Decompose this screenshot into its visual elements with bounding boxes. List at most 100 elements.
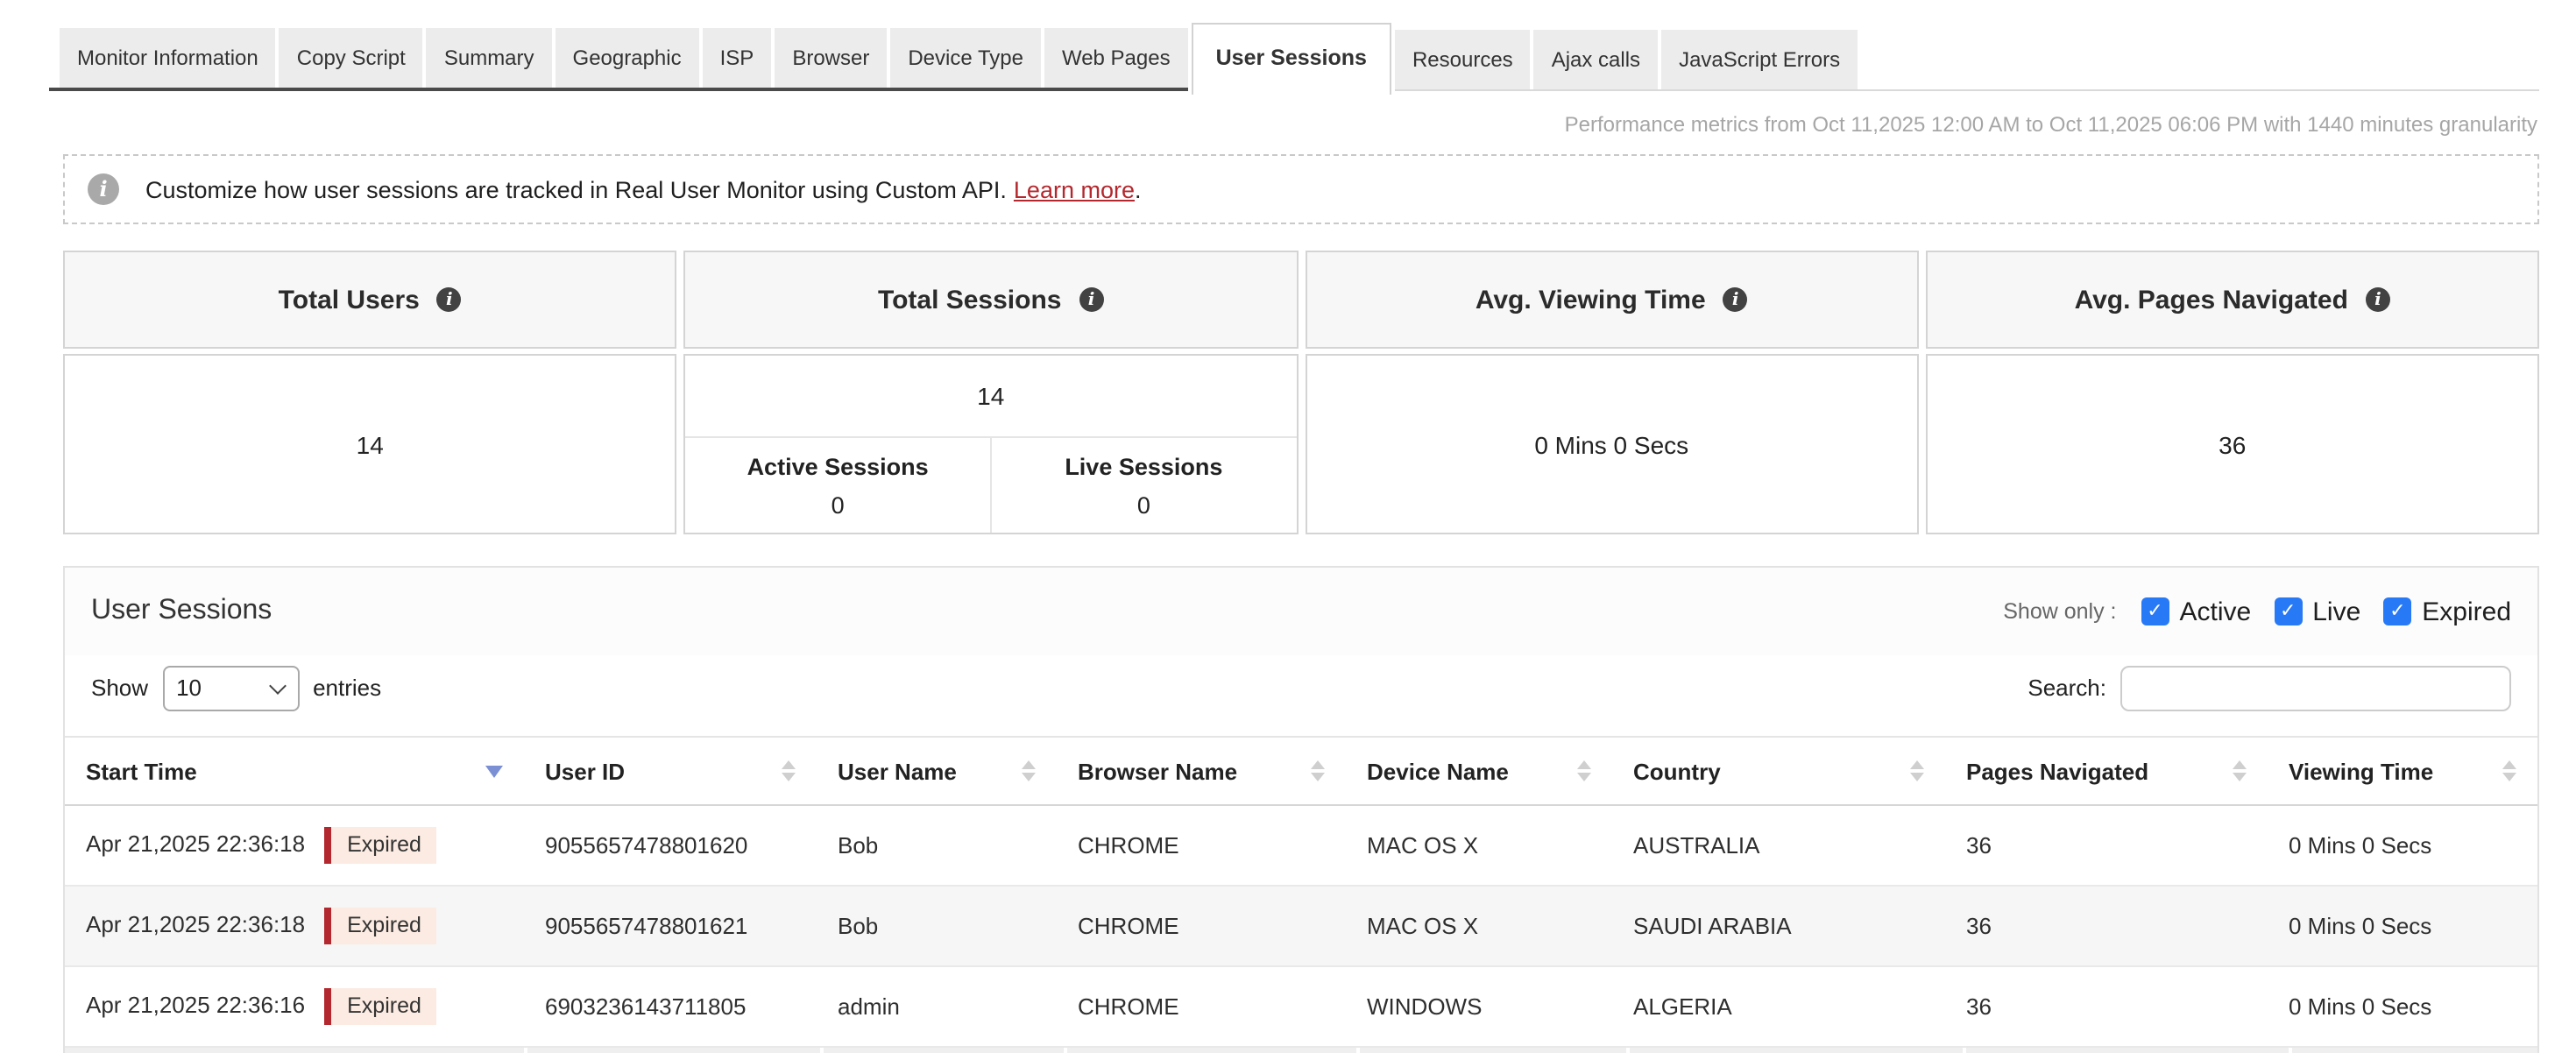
- learn-more-link[interactable]: Learn more: [1014, 176, 1135, 202]
- tab-device-type[interactable]: Device Type: [890, 27, 1041, 87]
- search-input[interactable]: [2120, 665, 2511, 710]
- viewing-time: 0 Mins 0 Secs: [2268, 966, 2537, 1047]
- avg-viewing-time-value: 0 Mins 0 Secs: [1534, 430, 1688, 458]
- country: SAUDI ARABIA: [1612, 886, 1945, 966]
- tab-javascript-errors[interactable]: JavaScript Errors: [1661, 29, 1858, 88]
- card-title: Total Users: [279, 285, 420, 314]
- tab-isp[interactable]: ISP: [703, 27, 772, 87]
- column-header-country[interactable]: Country: [1612, 737, 1945, 805]
- table-row[interactable]: Apr 21,2025 22:36:16 Expired 690323614371…: [65, 966, 2537, 1047]
- info-banner: i Customize how user sessions are tracke…: [63, 154, 2539, 224]
- panel-title: User Sessions: [91, 596, 272, 627]
- start-time: Apr 21,2025 22:36:16: [86, 992, 305, 1018]
- total-users-value: 14: [357, 430, 384, 458]
- banner-text: Customize how user sessions are tracked …: [145, 176, 1007, 202]
- tab-copy-script[interactable]: Copy Script: [280, 27, 423, 87]
- tab-ajax-calls[interactable]: Ajax calls: [1534, 29, 1658, 88]
- info-icon[interactable]: i: [1079, 287, 1104, 312]
- card-total-sessions: Total Sessions i 14 Active Sessions 0 Li…: [684, 251, 1299, 534]
- live-sessions-label: Live Sessions: [1065, 453, 1222, 479]
- tab-browser[interactable]: Browser: [775, 27, 887, 87]
- info-icon[interactable]: i: [2366, 287, 2390, 312]
- info-icon: i: [88, 173, 119, 205]
- expired-filter-label: Expired: [2422, 597, 2511, 626]
- pages-navigated: 36: [1945, 966, 2268, 1047]
- card-avg-viewing-time: Avg. Viewing Time i 0 Mins 0 Secs: [1305, 251, 1919, 534]
- avg-pages-navigated-value: 36: [2219, 430, 2246, 458]
- rum-user-sessions-page: Monitor Information Copy Script Summary …: [0, 0, 2576, 1053]
- column-header-pages-navigated[interactable]: Pages Navigated: [1945, 737, 2268, 805]
- browser-name: CHROME: [1057, 886, 1346, 966]
- user-name: Bob: [817, 886, 1057, 966]
- search-label: Search:: [2028, 675, 2106, 701]
- column-header-device-name[interactable]: Device Name: [1346, 737, 1612, 805]
- expired-filter-checkbox[interactable]: [2383, 597, 2411, 625]
- live-filter-label: Live: [2312, 597, 2360, 626]
- column-header-user-name[interactable]: User Name: [817, 737, 1057, 805]
- performance-metrics-note: Performance metrics from Oct 11,2025 12:…: [1565, 112, 2537, 137]
- card-title: Avg. Viewing Time: [1476, 285, 1706, 314]
- tab-bar: Monitor Information Copy Script Summary …: [49, 23, 2539, 90]
- session-filters: Show only : Active Live Expired: [2003, 597, 2511, 626]
- sort-desc-icon: [485, 765, 503, 777]
- sessions-table: Start Time User ID User Name Browser Nam…: [65, 736, 2537, 1048]
- sort-icon: [782, 760, 796, 781]
- card-title: Avg. Pages Navigated: [2075, 285, 2348, 314]
- device-name: WINDOWS: [1346, 966, 1612, 1047]
- user-name: admin: [817, 966, 1057, 1047]
- summary-cards: Total Users i 14 Total Sessions i 14 Act…: [63, 251, 2539, 534]
- user-name: Bob: [817, 805, 1057, 886]
- sort-icon: [1311, 760, 1325, 781]
- tab-geographic[interactable]: Geographic: [556, 27, 699, 87]
- active-sessions: Active Sessions 0: [686, 438, 992, 533]
- active-filter-label: Active: [2180, 597, 2252, 626]
- live-sessions: Live Sessions 0: [992, 438, 1296, 533]
- column-header-browser-name[interactable]: Browser Name: [1057, 737, 1346, 805]
- active-filter-checkbox[interactable]: [2141, 597, 2169, 625]
- active-sessions-label: Active Sessions: [747, 453, 929, 479]
- viewing-time: 0 Mins 0 Secs: [2268, 805, 2537, 886]
- user-id: 9055657478801620: [524, 805, 817, 886]
- info-icon[interactable]: i: [437, 287, 462, 312]
- banner-suffix: .: [1135, 176, 1142, 202]
- sort-icon: [2233, 760, 2247, 781]
- tab-user-sessions[interactable]: User Sessions: [1192, 23, 1391, 94]
- card-total-users: Total Users i 14: [63, 251, 677, 534]
- column-header-user-id[interactable]: User ID: [524, 737, 817, 805]
- active-sessions-value: 0: [832, 491, 845, 518]
- user-id: 6903236143711805: [524, 966, 817, 1047]
- show-label: Show: [91, 675, 148, 701]
- pages-navigated: 36: [1945, 805, 2268, 886]
- device-name: MAC OS X: [1346, 805, 1612, 886]
- live-sessions-value: 0: [1137, 491, 1150, 518]
- partial-next-row: [65, 1048, 2537, 1053]
- table-row[interactable]: Apr 21,2025 22:36:18 Expired 905565747880…: [65, 886, 2537, 966]
- country: ALGERIA: [1612, 966, 1945, 1047]
- user-sessions-panel: User Sessions Show only : Active Live Ex…: [63, 566, 2539, 1053]
- user-id: 9055657478801621: [524, 886, 817, 966]
- table-row[interactable]: Apr 21,2025 22:36:18Expired 905565747880…: [65, 805, 2537, 886]
- browser-name: CHROME: [1057, 805, 1346, 886]
- sort-icon: [1022, 760, 1036, 781]
- entries-label: entries: [313, 675, 381, 701]
- column-header-viewing-time[interactable]: Viewing Time: [2268, 737, 2537, 805]
- tab-resources[interactable]: Resources: [1395, 29, 1531, 88]
- tab-web-pages[interactable]: Web Pages: [1044, 27, 1188, 87]
- viewing-time: 0 Mins 0 Secs: [2268, 886, 2537, 966]
- device-name: MAC OS X: [1346, 886, 1612, 966]
- start-time: Apr 21,2025 22:36:18: [86, 911, 305, 937]
- entries-select[interactable]: 10: [162, 665, 299, 710]
- tab-group-left: Monitor Information Copy Script Summary …: [49, 27, 1188, 90]
- status-badge: Expired: [324, 908, 437, 944]
- tab-monitor-information[interactable]: Monitor Information: [60, 27, 276, 87]
- live-filter-checkbox[interactable]: [2274, 597, 2302, 625]
- sort-icon: [1577, 760, 1591, 781]
- info-icon[interactable]: i: [1723, 287, 1748, 312]
- country: AUSTRALIA: [1612, 805, 1945, 886]
- show-only-label: Show only :: [2003, 599, 2116, 624]
- tab-summary[interactable]: Summary: [427, 27, 552, 87]
- pages-navigated: 36: [1945, 886, 2268, 966]
- tab-group-right: Resources Ajax calls JavaScript Errors: [1395, 29, 2539, 90]
- column-header-start-time[interactable]: Start Time: [65, 737, 524, 805]
- status-badge: Expired: [324, 988, 437, 1025]
